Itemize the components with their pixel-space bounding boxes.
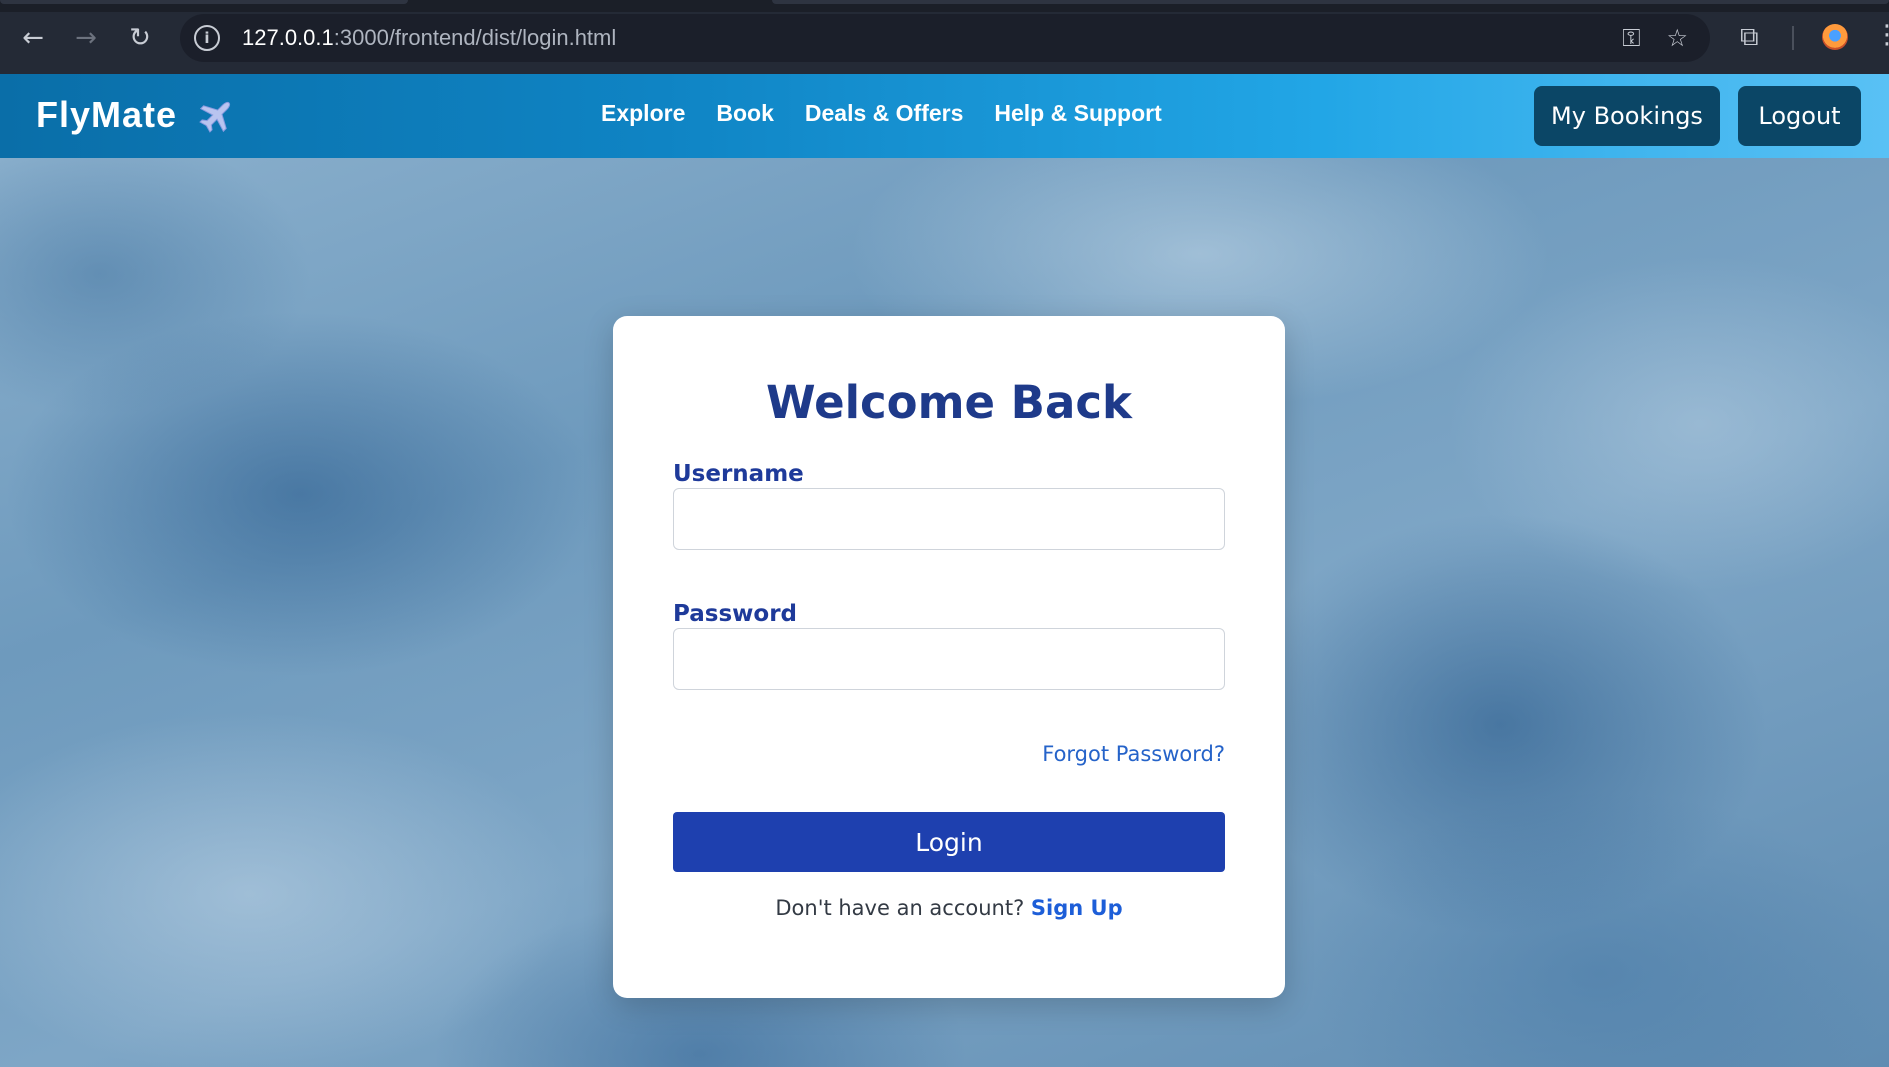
password-label: Password xyxy=(673,601,797,627)
brand-name: FlyMate xyxy=(36,94,178,135)
page-background: FlyMate Explore Book Deals & Offers Help… xyxy=(0,74,1889,1067)
signup-link[interactable]: Sign Up xyxy=(1031,896,1123,920)
url-host: 127.0.0.1 xyxy=(242,25,334,50)
site-header: FlyMate Explore Book Deals & Offers Help… xyxy=(0,74,1889,158)
browser-tab[interactable] xyxy=(0,0,408,4)
puzzle-icon[interactable]: ⧉ xyxy=(1740,22,1759,53)
logout-button[interactable]: Logout xyxy=(1738,86,1861,146)
login-button[interactable]: Login xyxy=(673,812,1225,872)
browser-tab[interactable] xyxy=(772,0,1889,4)
key-icon[interactable]: ⚿ xyxy=(1622,26,1640,50)
kebab-menu-icon[interactable]: ⋮ xyxy=(1874,20,1889,50)
my-bookings-button[interactable]: My Bookings xyxy=(1534,86,1720,146)
airplane-icon xyxy=(199,101,231,133)
page-title: Welcome Back xyxy=(766,376,1132,429)
info-icon[interactable]: i xyxy=(194,25,220,51)
star-icon[interactable]: ☆ xyxy=(1666,26,1688,50)
reload-icon[interactable]: ↻ xyxy=(124,22,156,54)
signup-row: Don't have an account? Sign Up xyxy=(613,896,1285,920)
toolbar-divider xyxy=(1792,26,1794,50)
profile-icon[interactable] xyxy=(1822,24,1848,50)
signup-prompt: Don't have an account? xyxy=(775,896,1031,920)
url-path: :3000/frontend/dist/login.html xyxy=(333,25,617,50)
nav-book[interactable]: Book xyxy=(716,100,774,127)
address-bar[interactable]: i 127.0.0.1:3000/frontend/dist/login.htm… xyxy=(180,14,1710,62)
nav-explore[interactable]: Explore xyxy=(601,100,685,127)
nav-help-support[interactable]: Help & Support xyxy=(994,100,1161,127)
nav-deals-offers[interactable]: Deals & Offers xyxy=(805,100,964,127)
arrow-left-icon[interactable]: ← xyxy=(17,22,49,54)
brand-logo[interactable]: FlyMate xyxy=(36,94,237,136)
main-nav: Explore Book Deals & Offers Help & Suppo… xyxy=(601,100,1162,127)
tab-strip xyxy=(0,0,1889,12)
browser-toolbar: ← → ↻ i 127.0.0.1:3000/frontend/dist/log… xyxy=(0,0,1889,74)
forgot-password-link[interactable]: Forgot Password? xyxy=(1042,742,1225,766)
arrow-right-icon[interactable]: → xyxy=(70,22,102,54)
username-label: Username xyxy=(673,461,804,487)
login-card: Welcome Back Username Password Forgot Pa… xyxy=(613,316,1285,998)
username-field[interactable] xyxy=(673,488,1225,550)
password-field[interactable] xyxy=(673,628,1225,690)
url-text[interactable]: 127.0.0.1:3000/frontend/dist/login.html xyxy=(242,25,616,51)
